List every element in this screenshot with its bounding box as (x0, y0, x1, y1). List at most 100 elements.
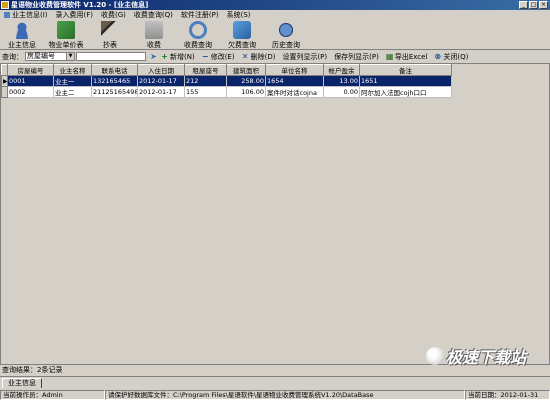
table-cell[interactable]: 阿尔加入法国cojh口口 (359, 86, 452, 98)
plus-icon: + (161, 52, 168, 61)
excel-icon: ▦ (385, 52, 394, 61)
table-cell[interactable]: 业主二 (53, 86, 92, 98)
column-header[interactable]: 备注 (359, 64, 452, 76)
arrears-icon (233, 21, 251, 39)
minimize-button[interactable]: _ (519, 1, 528, 9)
save-column-display-button[interactable]: 保存列显示(P) (334, 52, 379, 62)
user-icon (13, 21, 31, 39)
column-header[interactable]: 帐户盈余 (323, 64, 360, 76)
add-button[interactable]: + 新增(N) (161, 52, 195, 62)
action-label: 删除(D) (250, 52, 276, 61)
table-cell[interactable]: 258.00 (226, 75, 266, 87)
table-cell[interactable]: 2012-01-17 (137, 86, 185, 98)
export-excel-button[interactable]: ▦ 导出Excel (386, 52, 428, 62)
window-title: 星语物业收费管理软件 V1.20 - [业主信息] (11, 1, 149, 9)
query-result-count: 查询结果：2条记录 (2, 366, 63, 374)
table-cell[interactable]: 0.00 (323, 86, 360, 98)
current-date: 当前日期：2012-01-31 (465, 389, 550, 400)
column-header[interactable]: 入住日期 (137, 64, 185, 76)
table-cell[interactable]: 2012-01-17 (137, 75, 185, 87)
meter-icon (101, 21, 119, 39)
set-column-display-button[interactable]: 设置列显示(P) (282, 52, 327, 62)
toolbar-charge-button[interactable]: 收费 (132, 20, 176, 50)
query-label: 查询： (2, 52, 23, 61)
menu-app-icon (4, 12, 10, 18)
table-cell[interactable]: 0001 (7, 75, 54, 87)
close-window-button[interactable]: × (539, 1, 548, 9)
close-button[interactable]: ⊗ 关闭(Q) (434, 52, 469, 62)
menu-charge[interactable]: 收费(G) (97, 10, 130, 20)
column-header[interactable]: 租屋座号 (184, 64, 227, 76)
table-cell[interactable]: 1654 (265, 75, 324, 87)
action-label: 关闭(Q) (443, 52, 469, 61)
column-header[interactable]: 联系电话 (91, 64, 138, 76)
watermark-logo-icon (426, 347, 444, 365)
tab-strip: 业主信息 (0, 376, 550, 388)
table-cell[interactable]: 业主一 (53, 75, 92, 87)
table-cell[interactable]: 155 (184, 86, 227, 98)
action-label: 修改(E) (210, 52, 235, 61)
current-operator: 当前操作员：Admin (0, 389, 105, 400)
minus-icon: − (201, 52, 209, 61)
column-header[interactable]: 业主名称 (53, 64, 92, 76)
column-header[interactable]: 房屋编号 (7, 64, 54, 76)
toolbar-charge-query-button[interactable]: 收费查询 (176, 20, 220, 50)
table-cell[interactable]: 0002 (7, 86, 54, 98)
fee-icon (145, 21, 163, 39)
history-icon (277, 21, 295, 39)
table-row[interactable]: 0002 业主二 21125165498 2012-01-17 155 106.… (1, 86, 452, 98)
toolbar-label: 抄表 (103, 41, 117, 49)
maximize-button[interactable]: □ (529, 1, 538, 9)
price-table-icon (57, 21, 75, 39)
menu-register[interactable]: 软件注册(P) (177, 10, 223, 20)
database-path: 请保护好数据库文件：C:\Program Files\星语软件\星语物业收费管理… (105, 389, 465, 400)
search-go-icon[interactable]: ➤ (149, 52, 158, 61)
toolbar-owner-info-button[interactable]: 业主信息 (0, 20, 44, 50)
title-bar: 星语物业收费管理软件 V1.20 - [业主信息] _ □ × (0, 0, 550, 10)
action-label: 导出Excel (394, 52, 428, 61)
table-cell[interactable]: 案件时对话cojna (265, 86, 324, 98)
search-icon (189, 21, 207, 39)
table-row[interactable]: ▶ 0001 业主一 132165465 2012-01-17 212 258.… (1, 75, 452, 87)
table-cell[interactable]: 21125165498 (91, 86, 138, 98)
toolbar-meter-reading-button[interactable]: 抄表 (88, 20, 132, 50)
status-bar: 当前操作员：Admin 请保护好数据库文件：C:\Program Files\星… (0, 389, 550, 400)
action-label: 新增(N) (170, 52, 195, 61)
close-icon: ⊗ (434, 52, 442, 61)
delete-icon: ✕ (241, 52, 249, 61)
delete-button[interactable]: ✕ 删除(D) (242, 52, 276, 62)
table-cell[interactable]: 212 (184, 75, 227, 87)
menu-owner-info[interactable]: 业主信息(I) (0, 10, 52, 20)
toolbar-price-table-button[interactable]: 物业单价表 (44, 20, 88, 50)
table-cell[interactable]: 132165465 (91, 75, 138, 87)
menu-bar: 业主信息(I) 录入费用(F) 收费(G) 收费查询(Q) 软件注册(P) 系统… (0, 10, 550, 20)
query-field-value: 房屋编号 (27, 52, 55, 60)
toolbar-label: 历史查询 (272, 41, 300, 49)
table-cell[interactable]: 13.00 (323, 75, 360, 87)
menu-system[interactable]: 系统(S) (223, 10, 255, 20)
owner-table: 房屋编号 业主名称 联系电话 入住日期 租屋座号 建筑面积 单位名称 帐户盈余 … (1, 64, 452, 98)
column-header[interactable]: 建筑面积 (226, 64, 266, 76)
toolbar-label: 欠费查询 (228, 41, 256, 49)
toolbar-label: 收费查询 (184, 41, 212, 49)
app-icon (1, 1, 9, 9)
tab-owner-info[interactable]: 业主信息 (2, 378, 42, 388)
menu-charge-query[interactable]: 收费查询(Q) (130, 10, 177, 20)
menu-enter-fees[interactable]: 录入费用(F) (52, 10, 98, 20)
column-header[interactable]: 单位名称 (265, 64, 324, 76)
chevron-down-icon: ▼ (66, 53, 74, 60)
watermark-text: 极速下载站 (446, 348, 527, 367)
table-header-row: 房屋编号 业主名称 联系电话 入住日期 租屋座号 建筑面积 单位名称 帐户盈余 … (1, 64, 452, 76)
table-cell[interactable]: 1651 (359, 75, 452, 87)
menu-label: 业主信息(I) (12, 11, 48, 19)
edit-button[interactable]: − 修改(E) (202, 52, 235, 62)
toolbar-arrears-query-button[interactable]: 欠费查询 (220, 20, 264, 50)
query-field-select[interactable]: 房屋编号 ▼ (25, 52, 75, 61)
query-input[interactable] (76, 52, 146, 61)
toolbar-label: 收费 (147, 41, 161, 49)
query-bar: 查询： 房屋编号 ▼ ➤ + 新增(N) − 修改(E) ✕ 删除(D) 设置列显示(P… (0, 51, 550, 62)
data-grid: 房屋编号 业主名称 联系电话 入住日期 租屋座号 建筑面积 单位名称 帐户盈余 … (0, 63, 550, 365)
toolbar-history-query-button[interactable]: 历史查询 (264, 20, 308, 50)
watermark: 极速下载站 (426, 346, 530, 367)
table-cell[interactable]: 106.00 (226, 86, 266, 98)
